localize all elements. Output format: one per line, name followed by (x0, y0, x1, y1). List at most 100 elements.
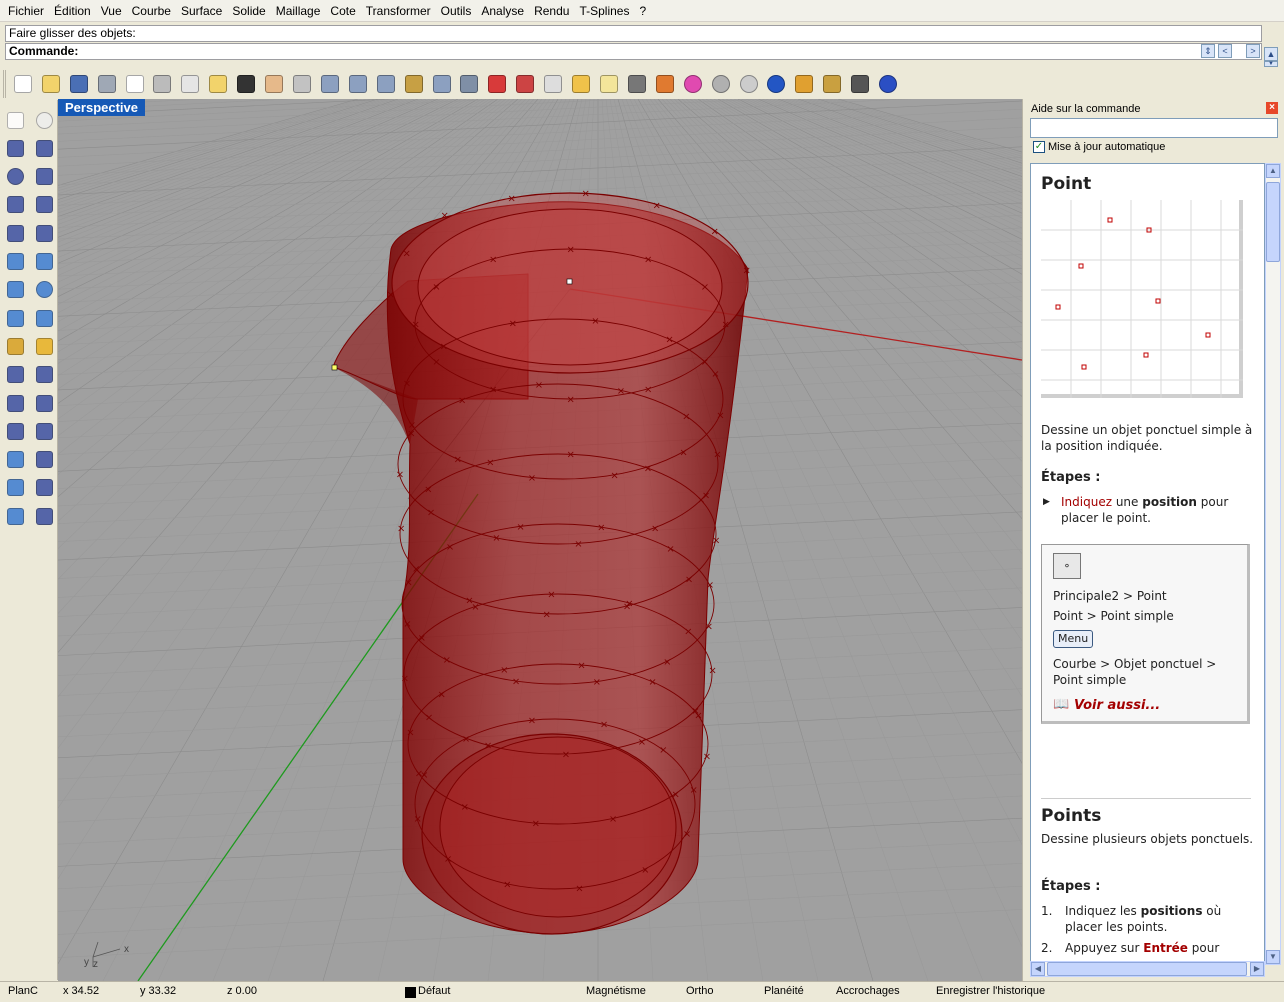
menu-item-3[interactable]: Courbe (127, 1, 176, 21)
zoom-selected-button[interactable] (401, 71, 427, 97)
properties-button[interactable] (791, 71, 817, 97)
scroll-left-icon[interactable]: ◀ (1031, 962, 1045, 976)
circle-tool[interactable] (3, 165, 27, 189)
point-command-button[interactable]: ∘ (1053, 553, 1081, 579)
split-tool[interactable] (32, 363, 56, 387)
color-wheel-button[interactable] (680, 71, 706, 97)
menu-item-11[interactable]: Rendu (529, 1, 574, 21)
cmd-updown-icon[interactable]: ⇕ (1201, 44, 1215, 58)
render-sphere-button[interactable] (736, 71, 762, 97)
scroll-down-icon[interactable]: ▼ (1266, 950, 1280, 964)
help-horizontal-scrollbar[interactable]: ◀ ▶ (1030, 961, 1265, 977)
menu-item-12[interactable]: T-Splines (574, 1, 634, 21)
close-icon[interactable]: × (1266, 102, 1278, 114)
export-button[interactable] (122, 71, 148, 97)
save-button[interactable] (66, 71, 92, 97)
polygon-tool[interactable] (3, 193, 27, 217)
plane-tool[interactable] (32, 306, 56, 330)
menu-button[interactable]: Menu (1053, 630, 1094, 648)
cylinder-tool[interactable] (3, 306, 27, 330)
arc-tool[interactable] (3, 221, 27, 245)
status-snap-toggle[interactable]: Magnétisme (586, 985, 646, 997)
surface-tool[interactable] (3, 250, 27, 274)
boolean-tool[interactable] (32, 334, 56, 358)
checkbox-checked-icon[interactable]: ✓ (1033, 141, 1045, 153)
explode-tool[interactable] (3, 334, 27, 358)
menu-item-13[interactable]: ? (634, 1, 651, 21)
pan-button[interactable] (261, 71, 287, 97)
scroll-thumb[interactable] (1266, 182, 1280, 262)
curve-offset-tool[interactable] (3, 419, 27, 443)
menu-item-8[interactable]: Transformer (361, 1, 436, 21)
menu-item-6[interactable]: Maillage (271, 1, 326, 21)
block-tool[interactable] (3, 504, 27, 528)
zoom-window-button[interactable] (345, 71, 371, 97)
viewport-scene[interactable]: × × × × × × × × × × × × × × × × × × × × × × × × × × × × × × × × × × × × × × × ×… (58, 99, 1022, 981)
lock-button[interactable] (624, 71, 650, 97)
sphere-tool[interactable] (32, 278, 56, 302)
curve-tool[interactable] (32, 136, 56, 160)
status-history-toggle[interactable]: Enregistrer l'historique (936, 985, 1045, 997)
gear-button[interactable] (819, 71, 845, 97)
menu-item-2[interactable]: Vue (96, 1, 127, 21)
zoom-extents-button[interactable] (373, 71, 399, 97)
menu-item-10[interactable]: Analyse (476, 1, 529, 21)
scale-tool[interactable] (32, 448, 56, 472)
paste-button[interactable] (205, 71, 231, 97)
move-tool[interactable] (32, 419, 56, 443)
car-button[interactable] (484, 71, 510, 97)
layer-color-swatch[interactable] (405, 987, 416, 998)
history-scroll-down-icon[interactable]: ▼ (1264, 61, 1278, 67)
cplane-button[interactable] (540, 71, 566, 97)
autoupdate-checkbox[interactable]: ✓ Mise à jour automatique (1033, 141, 1165, 153)
perspective-viewport[interactable]: × × × × × × × × × × × × × × × × × × × × × × × × × × × × × × × × × × × × × × × ×… (58, 99, 1022, 981)
undo-view-button[interactable] (429, 71, 455, 97)
measure-tool[interactable] (32, 504, 56, 528)
menu-item-7[interactable]: Cote (325, 1, 360, 21)
status-layer[interactable]: Défaut (418, 985, 450, 997)
menu-item-1[interactable]: Édition (49, 1, 96, 21)
rectangle-tool[interactable] (32, 193, 56, 217)
cut-button[interactable] (150, 71, 176, 97)
four-viewports-button[interactable] (457, 71, 483, 97)
menu-item-0[interactable]: Fichier (3, 1, 49, 21)
help-button[interactable] (875, 71, 901, 97)
menu-item-9[interactable]: Outils (436, 1, 477, 21)
menu-item-4[interactable]: Surface (176, 1, 227, 21)
help-vertical-scrollbar[interactable]: ▲ ▼ (1265, 163, 1281, 965)
scroll-up-icon[interactable]: ▲ (1266, 164, 1280, 178)
zoom-button[interactable] (317, 71, 343, 97)
array-tool[interactable] (32, 391, 56, 415)
menu-item-5[interactable]: Solide (227, 1, 270, 21)
lightbulb-button[interactable] (596, 71, 622, 97)
cmd-prev-icon[interactable]: < (1218, 44, 1232, 58)
status-cplane[interactable]: PlanC (8, 985, 38, 997)
layer-button[interactable] (652, 71, 678, 97)
command-prompt-input[interactable]: Commande: (5, 43, 1262, 60)
grid-car-button[interactable] (512, 71, 538, 97)
new-button[interactable] (10, 71, 36, 97)
text-tool[interactable] (3, 448, 27, 472)
scroll-right-icon[interactable]: ▶ (1250, 962, 1264, 976)
dimension-tool[interactable] (32, 476, 56, 500)
print-button[interactable] (94, 71, 120, 97)
polyline-tool[interactable] (3, 136, 27, 160)
status-ortho-toggle[interactable]: Ortho (686, 985, 714, 997)
copy-button[interactable] (177, 71, 203, 97)
undo-button[interactable] (233, 71, 259, 97)
transform-tool[interactable] (3, 476, 27, 500)
open-button[interactable] (38, 71, 64, 97)
sweep-tool[interactable] (32, 250, 56, 274)
box-tool[interactable] (3, 278, 27, 302)
fillet-tool[interactable] (32, 221, 56, 245)
viewport-title-perspective[interactable]: Perspective (58, 99, 145, 116)
blue-sphere-button[interactable] (763, 71, 789, 97)
status-osnap-toggle[interactable]: Accrochages (836, 985, 900, 997)
ellipse-tool[interactable] (32, 165, 56, 189)
shade-button[interactable] (708, 71, 734, 97)
osnap-button[interactable] (568, 71, 594, 97)
see-also-link[interactable]: Voir aussi... (1074, 698, 1160, 713)
help-search-input[interactable] (1030, 118, 1278, 138)
status-planar-toggle[interactable]: Planéité (764, 985, 804, 997)
hscroll-thumb[interactable] (1047, 962, 1247, 976)
